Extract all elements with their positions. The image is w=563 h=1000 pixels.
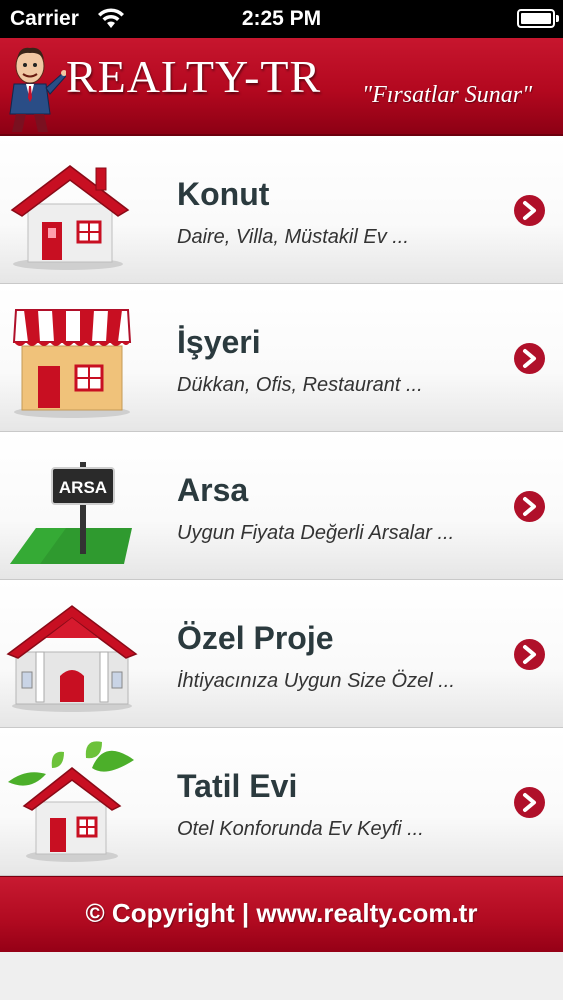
shop-icon <box>12 309 132 418</box>
chevron-right-icon[interactable] <box>513 786 546 819</box>
bottom-spacer <box>0 952 563 1000</box>
item-subtitle: Daire, Villa, Müstakil Ev ... <box>177 226 409 248</box>
list-item-arsa[interactable]: ARSA Arsa Uygun Fiyata Değerli Arsalar .… <box>0 432 563 580</box>
item-subtitle: Dükkan, Ofis, Restaurant ... <box>177 374 423 396</box>
footer-bar: © Copyright | www.realty.com.tr <box>0 876 563 952</box>
copyright-link[interactable]: © Copyright | www.realty.com.tr <box>0 898 563 929</box>
item-subtitle: Otel Konforunda Ev Keyfi ... <box>177 818 424 840</box>
house-icon <box>10 165 130 270</box>
app-header: REALTY-TR "Fırsatlar Sunar" <box>0 38 563 136</box>
sign-text: ARSA <box>59 478 107 497</box>
item-title: Özel Proje <box>177 620 334 656</box>
chevron-right-icon[interactable] <box>513 342 546 375</box>
list-item-konut[interactable]: Konut Daire, Villa, Müstakil Ev ... <box>0 136 563 284</box>
villa-icon <box>6 605 138 712</box>
item-subtitle: İhtiyacınıza Uygun Size Özel ... <box>177 670 455 692</box>
list-item-ozel-proje[interactable]: Özel Proje İhtiyacınıza Uygun Size Özel … <box>0 580 563 728</box>
battery-icon <box>517 9 559 28</box>
item-title: Tatil Evi <box>177 768 298 804</box>
list-item-isyeri[interactable]: İşyeri Dükkan, Ofis, Restaurant ... <box>0 284 563 432</box>
clock: 2:25 PM <box>241 7 322 30</box>
holiday-house-icon <box>8 741 134 862</box>
list-item-tatil-evi[interactable]: Tatil Evi Otel Konforunda Ev Keyfi ... <box>0 728 563 876</box>
chevron-right-icon[interactable] <box>513 638 546 671</box>
item-subtitle: Uygun Fiyata Değerli Arsalar ... <box>177 522 455 544</box>
land-sign-icon: ARSA <box>10 462 132 564</box>
chevron-right-icon[interactable] <box>513 490 546 523</box>
brand-logo-text: REALTY-TR <box>66 51 322 102</box>
item-title: Konut <box>177 176 270 212</box>
item-title: İşyeri <box>177 324 261 360</box>
category-list: Konut Daire, Villa, Müstakil Ev ... İşye… <box>0 136 563 876</box>
item-title: Arsa <box>177 472 249 508</box>
brand-tagline: "Fırsatlar Sunar" <box>362 82 533 108</box>
chevron-right-icon[interactable] <box>513 194 546 227</box>
status-bar: Carrier 2:25 PM <box>0 0 563 38</box>
mascot-logo-icon <box>9 47 66 132</box>
